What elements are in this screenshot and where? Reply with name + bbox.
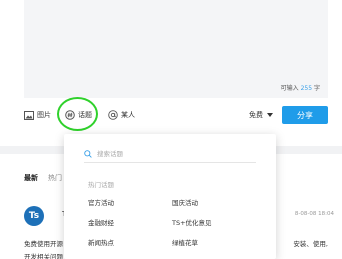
post-timestamp: 8-08-08 18:04 [294,211,334,217]
hot-topics-heading: 热门话题 [88,181,114,189]
topic-search [84,146,256,163]
topic-item[interactable]: TS+优化意见 [172,217,256,227]
char-counter-suffix: 字 [313,85,320,92]
char-counter-prefix: 可输入 [280,85,299,92]
feed-tabs: 最新 热门 [24,173,62,183]
at-sign-icon [108,110,118,120]
tab-latest[interactable]: 最新 [24,173,38,183]
topic-item[interactable]: 国庆活动 [172,197,256,207]
topic-item[interactable]: 新闻热点 [88,237,172,247]
topic-search-input[interactable] [97,150,247,158]
image-icon [24,110,34,120]
visibility-select[interactable]: 免费 [249,110,273,120]
topic-item[interactable]: 绿植花草 [172,237,256,247]
post-text-line1-end: 安装、使用, [293,240,328,248]
char-counter: 可输入 255 字 [281,83,320,92]
visibility-value: 免费 [249,111,263,119]
tab-hot[interactable]: 热门 [48,173,62,183]
search-icon [84,150,92,158]
topic-dropdown: 热门话题 官方活动 国庆活动 金融财经 TS+优化意见 新闻热点 绿植花草 [64,134,276,259]
hot-topics-list: 官方活动 国庆活动 金融财经 TS+优化意见 新闻热点 绿植花草 [88,197,258,247]
share-button[interactable]: 分享 [282,106,328,124]
insert-image-label: 图片 [37,111,51,119]
topic-item[interactable]: 官方活动 [88,197,172,207]
topic-item[interactable]: 金融财经 [88,217,172,227]
mention-button[interactable]: 某人 [108,110,135,120]
avatar[interactable]: Ts [24,206,44,226]
caret-down-icon [267,113,273,117]
topic-highlight-ring [57,97,98,131]
post-composer[interactable]: 可输入 255 字 [24,0,328,98]
post-text-line2: 开发相关问题 [24,253,63,259]
mention-label: 某人 [121,111,135,119]
insert-image-button[interactable]: 图片 [24,110,51,120]
char-counter-value: 255 [300,85,313,92]
post-text-line1: 免费使用开源 [24,240,63,248]
